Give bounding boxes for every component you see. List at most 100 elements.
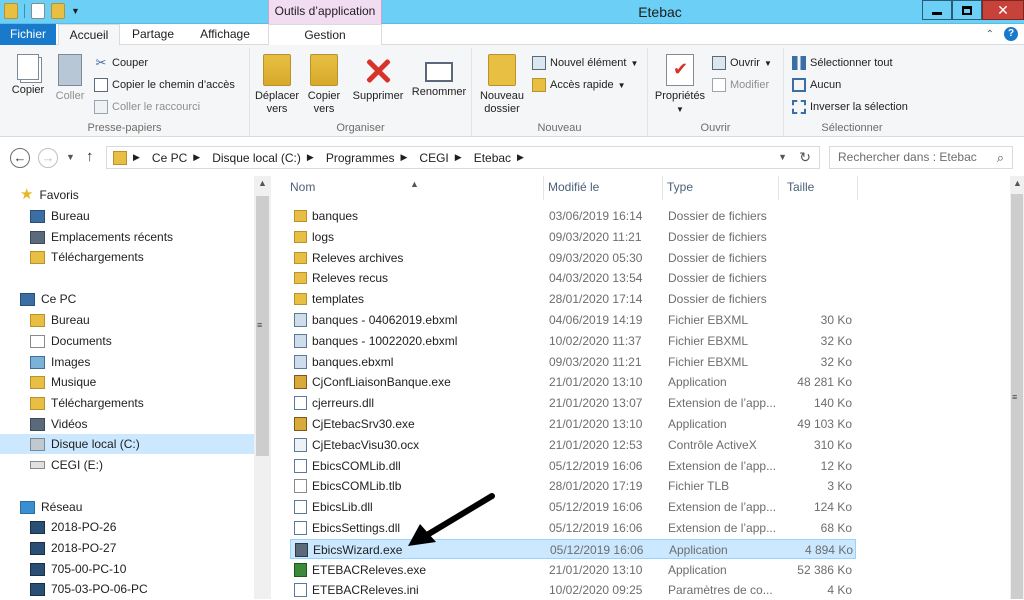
- delete-button[interactable]: Supprimer: [350, 54, 406, 103]
- file-row[interactable]: EbicsLib.dll 05/12/2019 16:06 Extension de…: [290, 497, 856, 517]
- easy-access-button[interactable]: Accès rapide ▼: [532, 78, 626, 92]
- nav-favorites[interactable]: ★ Favoris: [20, 185, 79, 205]
- file-row[interactable]: logs 09/03/2020 11:21 Dossier de fichiers: [290, 227, 856, 247]
- nav-item-cegi-drive[interactable]: CEGI (E:): [30, 455, 103, 475]
- file-row[interactable]: Releves recus 04/03/2020 13:54 Dossier de …: [290, 268, 856, 288]
- tab-manage[interactable]: Gestion: [268, 24, 382, 45]
- nav-item-host[interactable]: 2018-PO-27: [30, 538, 116, 558]
- folder-icon[interactable]: [4, 3, 18, 19]
- nav-network[interactable]: Réseau: [20, 497, 82, 517]
- paste-button[interactable]: Coller: [50, 54, 90, 103]
- nav-item-videos[interactable]: Vidéos: [30, 414, 87, 434]
- search-input[interactable]: Rechercher dans : Etebac ⌕: [829, 146, 1013, 169]
- help-icon[interactable]: ?: [1004, 27, 1018, 41]
- breadcrumb-separator[interactable]: ▶: [307, 152, 320, 163]
- file-row[interactable]: EbicsWizard.exe 05/12/2019 16:06 Applicati…: [290, 538, 856, 559]
- nav-item-pc-desktop[interactable]: Bureau: [30, 310, 90, 330]
- breadcrumb-root-arrow[interactable]: ▶: [133, 152, 146, 163]
- properties-icon[interactable]: [31, 3, 45, 19]
- file-row[interactable]: CjConfLiaisonBanque.exe 21/01/2020 13:10 A…: [290, 372, 856, 392]
- up-arrow-icon[interactable]: ↑: [86, 148, 94, 165]
- file-row[interactable]: ETEBACReleves.ini 10/02/2020 09:25 Paramèt…: [290, 580, 856, 600]
- properties-button[interactable]: Propriétés ▼: [652, 54, 708, 116]
- navigation-scrollbar[interactable]: ▲ ≡: [254, 176, 271, 599]
- open-button[interactable]: Ouvrir ▼: [712, 56, 772, 70]
- tab-share[interactable]: Partage: [122, 24, 184, 45]
- new-folder-button[interactable]: Nouveau dossier: [476, 54, 528, 116]
- breadcrumb-separator[interactable]: ▶: [401, 152, 414, 163]
- file-row[interactable]: EbicsCOMLib.dll 05/12/2019 16:06 Extension…: [290, 456, 856, 476]
- address-history-chevron-icon[interactable]: ▼: [778, 152, 787, 162]
- select-all-button[interactable]: Sélectionner tout: [792, 56, 893, 70]
- nav-item-desktop[interactable]: Bureau: [30, 206, 90, 226]
- copy-path-button[interactable]: Copier le chemin d’accès: [94, 78, 235, 92]
- copy-button[interactable]: Copier: [6, 54, 50, 97]
- select-none-button[interactable]: Aucun: [792, 78, 841, 92]
- file-row[interactable]: banques - 10022020.ebxml 10/02/2020 11:37…: [290, 331, 856, 351]
- file-row[interactable]: banques 03/06/2019 16:14 Dossier de fichie…: [290, 206, 856, 226]
- file-row[interactable]: CjEtebacVisu30.ocx 21/01/2020 12:53 Contrô…: [290, 435, 856, 455]
- recent-locations-chevron-icon[interactable]: ▼: [66, 152, 75, 162]
- nav-item-music[interactable]: Musique: [30, 372, 96, 392]
- file-row[interactable]: banques.ebxml 09/03/2020 11:21 Fichier EBX…: [290, 352, 856, 372]
- nav-item-host[interactable]: 2018-PO-26: [30, 517, 116, 537]
- move-to-button[interactable]: Déplacer vers: [252, 54, 302, 116]
- file-row[interactable]: cjerreurs.dll 21/01/2020 13:07 Extension d…: [290, 393, 856, 413]
- refresh-icon[interactable]: ↻: [799, 149, 811, 166]
- tab-file[interactable]: Fichier: [0, 24, 56, 45]
- breadcrumb-item[interactable]: Programmes: [326, 151, 395, 165]
- new-folder-icon[interactable]: [51, 3, 65, 19]
- scroll-up-icon[interactable]: ▲: [258, 178, 267, 188]
- nav-item-documents[interactable]: Documents: [30, 331, 112, 351]
- file-row[interactable]: CjEtebacSrv30.exe 21/01/2020 13:10 Applica…: [290, 414, 856, 434]
- file-row[interactable]: EbicsCOMLib.tlb 28/01/2020 17:19 Fichier T…: [290, 476, 856, 496]
- column-header-modified[interactable]: Modifié le: [544, 176, 663, 200]
- cut-button[interactable]: ✂ Couper: [94, 56, 149, 70]
- breadcrumb-item[interactable]: Disque local (C:): [212, 151, 301, 165]
- file-row[interactable]: EbicsSettings.dll 05/12/2019 16:06 Extensi…: [290, 518, 856, 538]
- minimize-button[interactable]: [922, 0, 952, 20]
- nav-label: 705-00-PC-10: [51, 562, 127, 576]
- address-bar[interactable]: ▶ Ce PC ▶ Disque local (C:) ▶ Programmes…: [106, 146, 820, 169]
- rename-button[interactable]: Renommer: [408, 54, 470, 99]
- scroll-up-icon[interactable]: ▲: [1013, 178, 1022, 188]
- column-header-type[interactable]: Type: [663, 176, 779, 200]
- nav-item-host[interactable]: 705-00-PC-10: [30, 559, 126, 579]
- maximize-button[interactable]: [952, 0, 982, 20]
- chevron-down-icon[interactable]: ▼: [71, 6, 80, 16]
- file-row[interactable]: templates 28/01/2020 17:14 Dossier de fich…: [290, 289, 856, 309]
- file-row[interactable]: banques - 04062019.ebxml 04/06/2019 14:19…: [290, 310, 856, 330]
- nav-item-local-disk[interactable]: Disque local (C:): [0, 434, 254, 454]
- nav-item-images[interactable]: Images: [30, 352, 90, 372]
- paste-shortcut-button[interactable]: Coller le raccourci: [94, 100, 200, 114]
- breadcrumb-item[interactable]: Etebac: [474, 151, 511, 165]
- new-item-button[interactable]: Nouvel élément ▼: [532, 56, 638, 70]
- tab-view[interactable]: Affichage: [188, 24, 262, 45]
- file-row[interactable]: Releves archives 09/03/2020 05:30 Dossier …: [290, 248, 856, 268]
- breadcrumb-separator[interactable]: ▶: [517, 152, 530, 163]
- forward-button[interactable]: →: [38, 148, 58, 168]
- file-list-scrollbar[interactable]: ▲ ≡: [1010, 176, 1024, 599]
- tab-home[interactable]: Accueil: [58, 24, 120, 46]
- breadcrumb-item[interactable]: Ce PC: [152, 151, 187, 165]
- nav-item-recent[interactable]: Emplacements récents: [30, 227, 173, 247]
- nav-item-host[interactable]: 705-03-PO-06-PC: [30, 579, 148, 599]
- close-icon: ✕: [997, 2, 1009, 18]
- nav-item-downloads[interactable]: Téléchargements: [30, 247, 144, 267]
- copy-to-button[interactable]: Copier vers: [304, 54, 344, 116]
- file-row[interactable]: ETEBACReleves.exe 21/01/2020 13:10 Applica…: [290, 560, 856, 580]
- quick-access-toolbar: ▼: [4, 3, 80, 19]
- breadcrumb-separator[interactable]: ▶: [193, 152, 206, 163]
- back-button[interactable]: ←: [10, 148, 30, 168]
- nav-this-pc[interactable]: Ce PC: [20, 289, 76, 309]
- collapse-ribbon-icon[interactable]: ⌃: [986, 29, 994, 40]
- breadcrumb-item[interactable]: CEGI: [419, 151, 448, 165]
- column-header-size[interactable]: Taille: [779, 176, 858, 200]
- breadcrumb-separator[interactable]: ▶: [455, 152, 468, 163]
- invert-selection-button[interactable]: Inverser la sélection: [792, 100, 908, 114]
- column-header-name[interactable]: Nom ▲: [272, 176, 544, 200]
- file-name-cell: banques - 10022020.ebxml: [312, 333, 458, 348]
- close-button[interactable]: ✕: [982, 0, 1024, 20]
- nav-item-pc-downloads[interactable]: Téléchargements: [30, 393, 144, 413]
- modify-button[interactable]: Modifier: [712, 78, 769, 92]
